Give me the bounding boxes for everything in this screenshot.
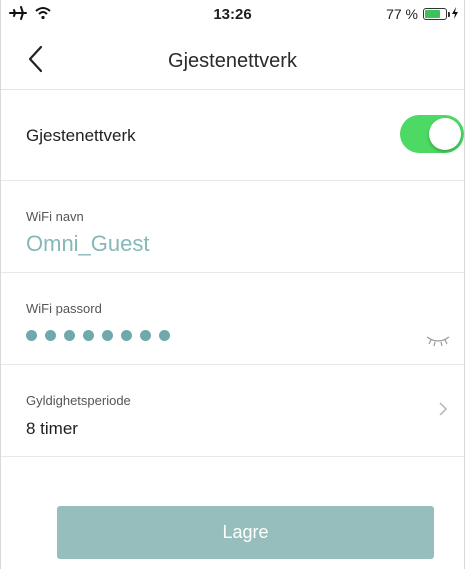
password-dot	[26, 330, 37, 341]
guest-network-toggle[interactable]	[400, 115, 464, 153]
validity-period-value: 8 timer	[26, 419, 78, 438]
wifi-name-label: WiFi navn	[26, 209, 84, 224]
eye-closed-icon[interactable]	[426, 333, 450, 347]
chevron-right-icon	[439, 402, 448, 416]
battery-percentage: 77 %	[386, 6, 418, 22]
password-dot	[121, 330, 132, 341]
wifi-name-row[interactable]: WiFi navn Omni_Guest	[1, 181, 464, 273]
wifi-password-row[interactable]: WiFi passord	[1, 273, 464, 365]
password-dot	[140, 330, 151, 341]
battery-level	[425, 10, 441, 18]
password-dot	[83, 330, 94, 341]
nav-bar: Gjestenettverk	[1, 30, 464, 90]
status-bar: 13:26 77 %	[1, 0, 464, 30]
wifi-password-label: WiFi passord	[26, 301, 102, 316]
guest-network-row: Gjestenettverk	[1, 90, 464, 181]
guest-network-label: Gjestenettverk	[26, 126, 136, 145]
status-right: 77 %	[386, 6, 458, 22]
password-dot	[64, 330, 75, 341]
wifi-password-field[interactable]	[26, 330, 170, 341]
toggle-knob	[429, 118, 461, 150]
password-dot	[159, 330, 170, 341]
page-title: Gjestenettverk	[168, 50, 297, 72]
validity-period-row[interactable]: Gyldighetsperiode 8 timer	[1, 365, 464, 457]
validity-period-label: Gyldighetsperiode	[26, 393, 131, 408]
guest-network-screen: 13:26 77 % Gjestenettverk Gjestenettverk…	[0, 0, 465, 569]
save-button[interactable]: Lagre	[57, 506, 434, 559]
charging-icon	[452, 6, 458, 22]
battery-icon	[423, 8, 450, 20]
wifi-name-field[interactable]: Omni_Guest	[26, 231, 150, 257]
password-dot	[102, 330, 113, 341]
password-dot	[45, 330, 56, 341]
